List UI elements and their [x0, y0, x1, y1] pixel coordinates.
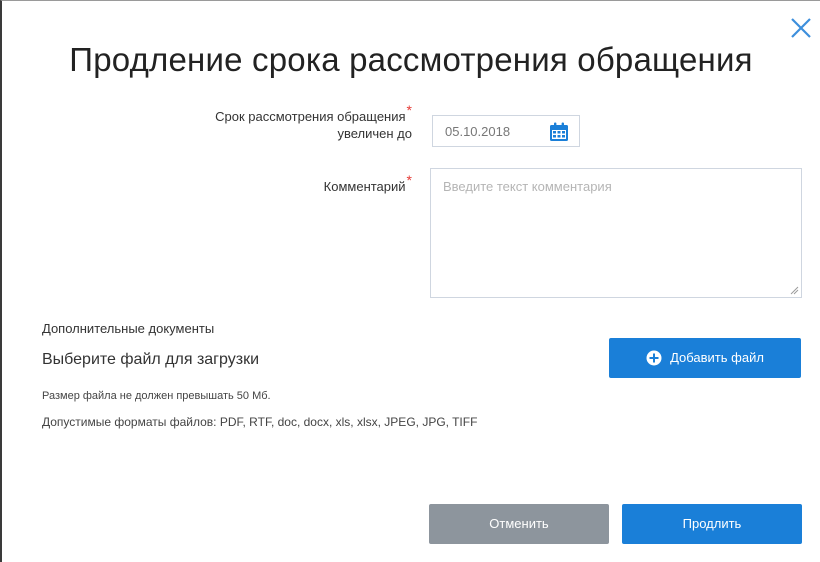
resize-grip-icon[interactable]: [789, 285, 799, 295]
extend-label: Продлить: [682, 516, 742, 531]
required-mark: *: [406, 172, 412, 188]
dialog: Продление срока рассмотрения обращения С…: [0, 0, 820, 562]
date-label: Срок рассмотрения обращения* увеличен до: [122, 102, 412, 142]
file-formats-hint: Допустимые форматы файлов: PDF, RTF, doc…: [42, 415, 478, 429]
dialog-title: Продление срока рассмотрения обращения: [69, 41, 753, 78]
cancel-label: Отменить: [489, 516, 549, 531]
date-field[interactable]: 05.10.2018: [432, 115, 580, 147]
extra-docs-label: Дополнительные документы: [42, 321, 215, 336]
extend-button[interactable]: Продлить: [622, 504, 802, 544]
required-mark: *: [406, 102, 412, 118]
cancel-button[interactable]: Отменить: [429, 504, 609, 544]
comment-textarea[interactable]: [430, 168, 802, 298]
choose-file-text: Выберите файл для загрузки: [42, 351, 260, 368]
comment-label-text: Комментарий: [323, 179, 406, 194]
file-size-hint: Размер файла не должен превышать 50 Мб.: [42, 390, 271, 402]
calendar-icon[interactable]: [549, 122, 569, 142]
date-label-line1: Срок рассмотрения обращения: [215, 109, 406, 124]
date-value: 05.10.2018: [445, 124, 511, 139]
plus-circle-icon: [646, 350, 662, 366]
close-icon[interactable]: [788, 15, 814, 41]
date-label-line2: увеличен до: [337, 126, 412, 141]
add-file-button[interactable]: Добавить файл: [609, 338, 801, 378]
comment-label: Комментарий*: [202, 172, 412, 194]
add-file-label: Добавить файл: [670, 350, 764, 365]
